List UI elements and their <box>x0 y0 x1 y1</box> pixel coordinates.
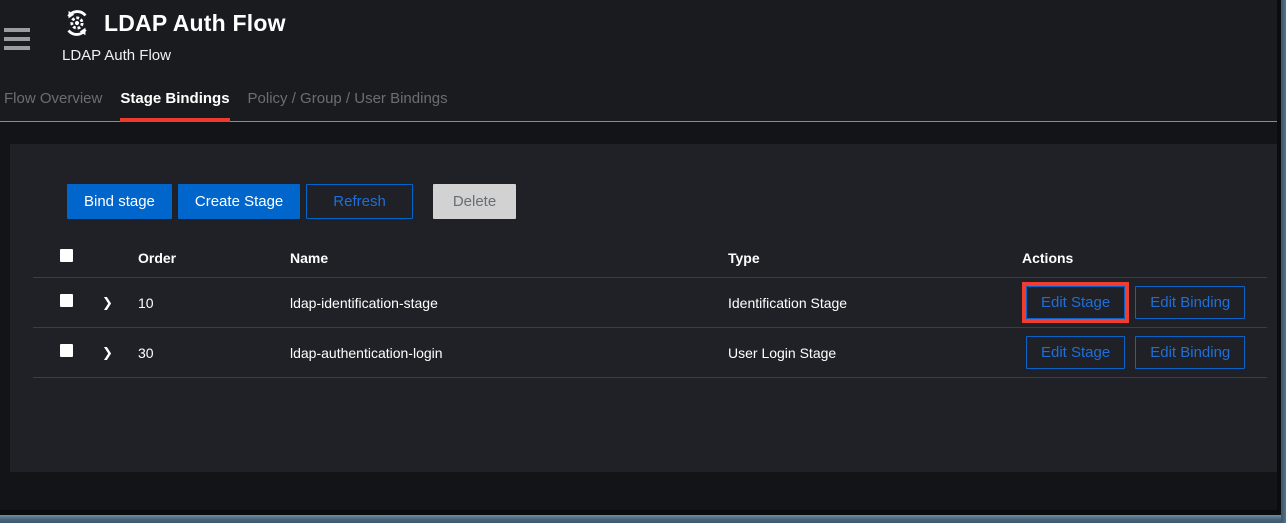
window-border-bottom <box>0 515 1286 523</box>
cell-order: 10 <box>138 295 290 311</box>
tab-stage-bindings[interactable]: Stage Bindings <box>120 88 229 121</box>
app-content: LDAP Auth Flow LDAP Auth Flow Flow Overv… <box>0 0 1277 510</box>
table-header-row: Order Name Type Actions <box>33 239 1267 278</box>
table-row: ❯ 10 ldap-identification-stage Identific… <box>33 278 1267 328</box>
edit-stage-button[interactable]: Edit Stage <box>1026 336 1125 369</box>
hamburger-menu-icon[interactable] <box>4 28 30 50</box>
edit-binding-button[interactable]: Edit Binding <box>1135 336 1245 369</box>
window-border-right <box>1281 0 1286 523</box>
page-header: LDAP Auth Flow LDAP Auth Flow <box>0 0 1277 74</box>
edit-binding-button[interactable]: Edit Binding <box>1135 286 1245 319</box>
row-checkbox[interactable] <box>60 344 73 357</box>
tab-bar: Flow Overview Stage Bindings Policy / Gr… <box>0 74 1277 122</box>
stage-bindings-card: Bind stage Create Stage Refresh Delete O… <box>10 144 1277 472</box>
toolbar: Bind stage Create Stage Refresh Delete <box>10 144 1277 219</box>
cell-order: 30 <box>138 345 290 361</box>
row-checkbox[interactable] <box>60 294 73 307</box>
page-subtitle: LDAP Auth Flow <box>62 47 1277 64</box>
create-stage-button[interactable]: Create Stage <box>178 184 300 219</box>
app-window: LDAP Auth Flow LDAP Auth Flow Flow Overv… <box>0 0 1286 523</box>
cell-type: Identification Stage <box>728 295 1022 311</box>
page-title: LDAP Auth Flow <box>104 10 286 37</box>
column-header-name: Name <box>290 250 728 266</box>
content-area: Bind stage Create Stage Refresh Delete O… <box>0 122 1277 472</box>
flow-stages-icon <box>62 8 92 38</box>
column-header-type: Type <box>728 250 1022 266</box>
edit-stage-button[interactable]: Edit Stage <box>1026 286 1125 319</box>
refresh-button[interactable]: Refresh <box>306 184 413 219</box>
delete-button[interactable]: Delete <box>433 184 516 219</box>
cell-name: ldap-identification-stage <box>290 295 728 311</box>
select-all-checkbox[interactable] <box>60 249 73 262</box>
cell-type: User Login Stage <box>728 345 1022 361</box>
column-header-actions: Actions <box>1022 250 1267 266</box>
stage-bindings-table: Order Name Type Actions ❯ 10 ldap-identi… <box>33 239 1267 378</box>
annotation-highlight-box: Edit Stage <box>1022 282 1129 323</box>
column-header-order: Order <box>138 250 290 266</box>
tab-flow-overview[interactable]: Flow Overview <box>4 88 102 121</box>
chevron-right-icon[interactable]: ❯ <box>93 295 138 311</box>
table-row: ❯ 30 ldap-authentication-login User Logi… <box>33 328 1267 378</box>
cell-name: ldap-authentication-login <box>290 345 728 361</box>
chevron-right-icon[interactable]: ❯ <box>93 345 138 361</box>
bind-stage-button[interactable]: Bind stage <box>67 184 172 219</box>
tab-policy-group-user-bindings[interactable]: Policy / Group / User Bindings <box>248 88 448 121</box>
